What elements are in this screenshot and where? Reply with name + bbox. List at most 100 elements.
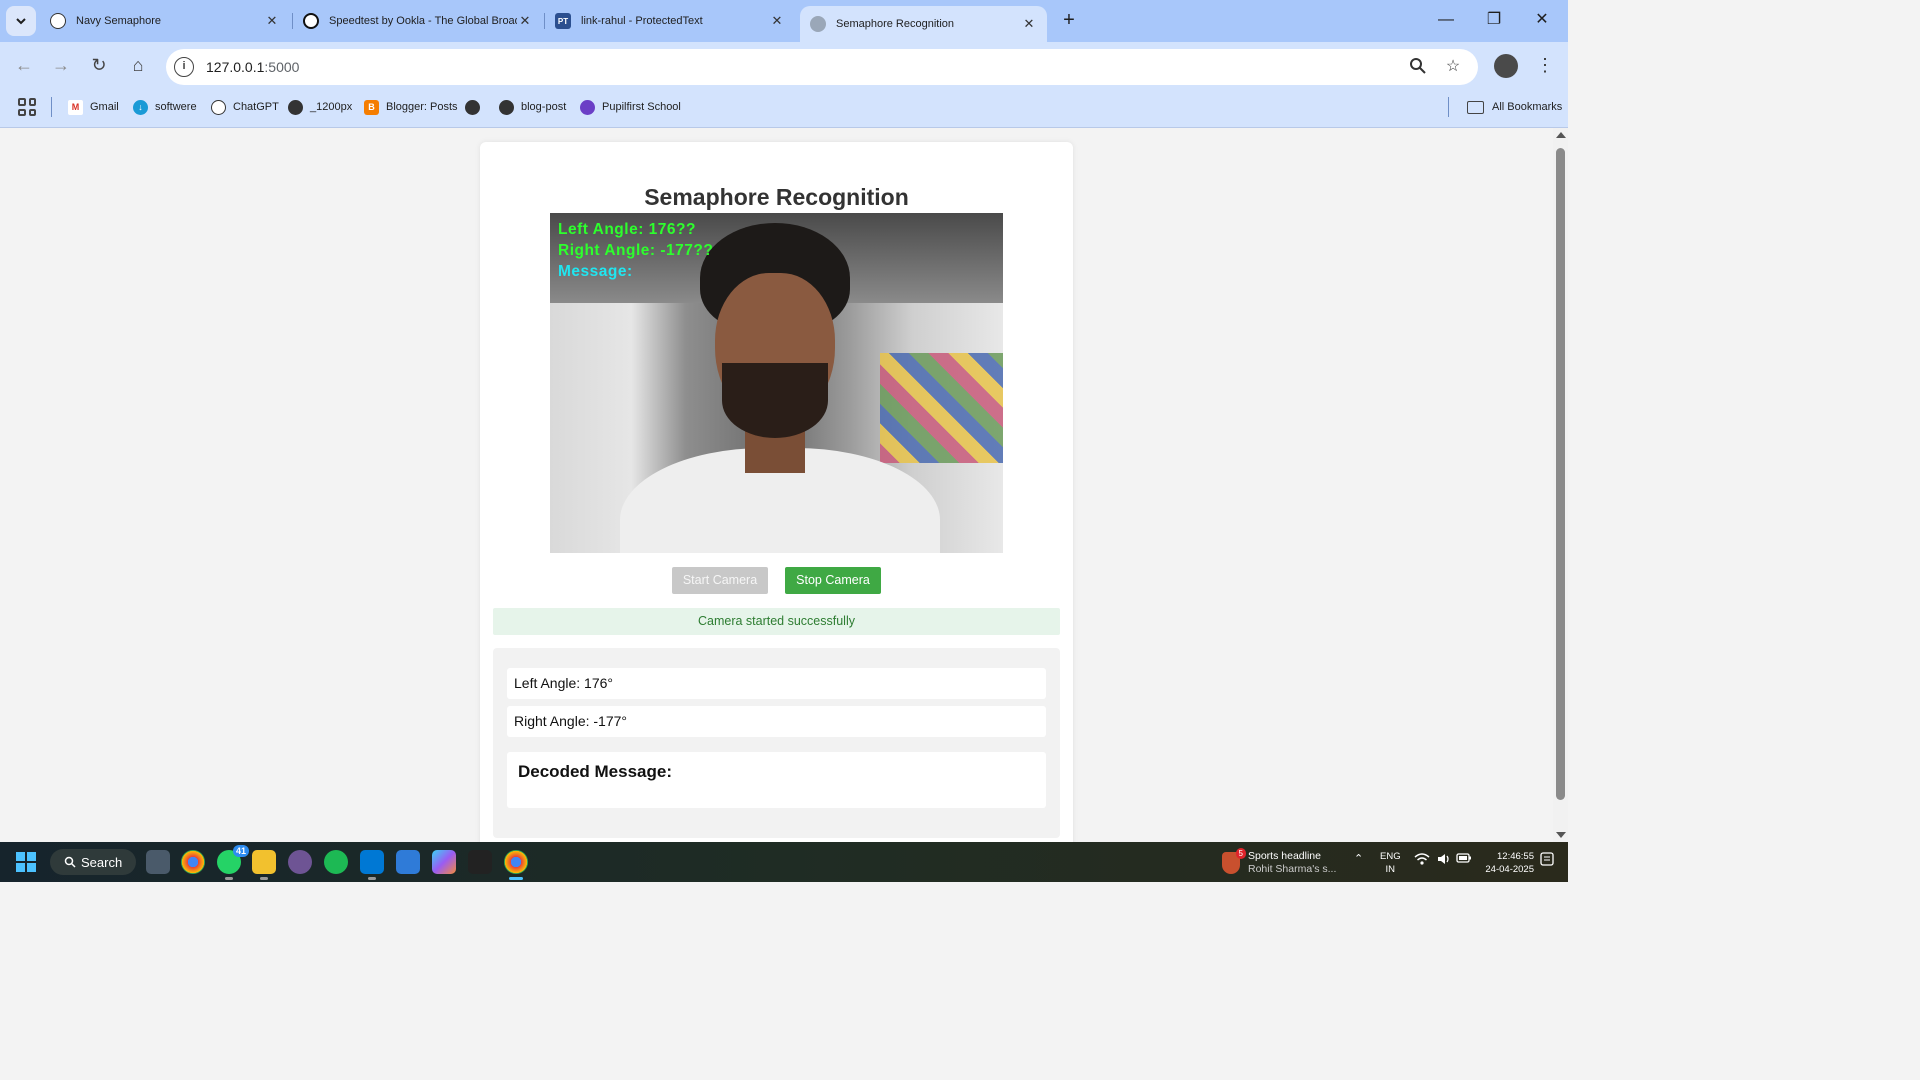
windows-taskbar: Search 41 5 Sports headline Rohit Sharma… (0, 842, 1568, 882)
notifications-icon[interactable] (1540, 852, 1554, 869)
reload-icon[interactable]: ↻ (86, 52, 112, 78)
scrollbar-thumb[interactable] (1556, 148, 1565, 800)
site-info-icon[interactable]: i (174, 57, 194, 77)
taskbar-search-label: Search (81, 854, 123, 870)
bookmark-label: ChatGPT (233, 101, 279, 113)
bookmark-1200px[interactable]: _1200px (288, 98, 352, 116)
clock-date: 24-04-2025 (1485, 864, 1534, 875)
spotify-icon[interactable] (324, 850, 348, 874)
close-icon[interactable]: ✕ (1021, 16, 1037, 32)
left-angle-display: Left Angle: 176° (507, 668, 1046, 699)
bookmark-label: softwere (155, 101, 197, 113)
all-bookmarks[interactable]: All Bookmarks (1467, 98, 1562, 116)
bookmark-softwere[interactable]: ↓ softwere (133, 98, 197, 116)
scroll-down-icon[interactable] (1556, 832, 1566, 838)
close-icon[interactable]: ✕ (769, 13, 785, 29)
camera-video-feed: Left Angle: 176?? Right Angle: -177?? Me… (550, 213, 1003, 553)
page-viewport: Semaphore Recognition Left Angle: 176?? … (0, 128, 1568, 842)
main-card: Semaphore Recognition Left Angle: 176?? … (480, 142, 1073, 842)
cricket-icon: 5 (1222, 848, 1246, 874)
language-code: ENG (1380, 851, 1401, 862)
tab-navy-semaphore[interactable]: Navy Semaphore ✕ (40, 6, 290, 36)
start-camera-button[interactable]: Start Camera (672, 567, 768, 594)
url-host: 127.0.0.1 (206, 59, 265, 75)
region-code: IN (1385, 864, 1396, 875)
download-icon: ↓ (133, 99, 148, 115)
results-panel: Left Angle: 176° Right Angle: -177° Deco… (493, 648, 1060, 838)
stop-camera-button[interactable]: Stop Camera (785, 567, 881, 594)
browser-toolbar: ← → ↻ ⌂ i 127.0.0.1:5000 ☆ ⋮ (0, 42, 1568, 86)
minimize-icon[interactable]: — (1434, 8, 1458, 32)
bookmark-globe[interactable] (465, 98, 487, 116)
terminal-icon[interactable] (468, 850, 492, 874)
task-view-icon[interactable] (146, 850, 170, 874)
bookmark-gmail[interactable]: M Gmail (68, 98, 119, 116)
tab-search-button[interactable] (6, 6, 36, 36)
copilot-icon[interactable] (432, 850, 456, 874)
bookmark-blogger[interactable]: B Blogger: Posts (364, 98, 458, 116)
all-bookmarks-label: All Bookmarks (1492, 101, 1563, 113)
language-indicator[interactable]: ENG IN (1380, 850, 1401, 876)
windows-start-icon[interactable] (16, 852, 36, 872)
app-active-indicator (509, 877, 523, 880)
profile-avatar[interactable] (1494, 54, 1518, 78)
volume-icon[interactable] (1436, 852, 1452, 869)
news-badge: 5 (1235, 848, 1246, 859)
chrome-icon[interactable] (181, 850, 205, 874)
tab-speedtest[interactable]: Speedtest by Ookla - The Global Broadban… (293, 6, 543, 36)
tab-semaphore-recognition[interactable]: Semaphore Recognition ✕ (800, 6, 1047, 42)
app-running-indicator (225, 877, 233, 880)
restore-icon[interactable]: ❐ (1482, 8, 1506, 32)
taskbar-clock[interactable]: 12:46:55 24-04-2025 (1482, 850, 1534, 876)
video-person-beard (722, 363, 828, 438)
openai-icon (211, 99, 226, 115)
page-title: Semaphore Recognition (644, 184, 909, 210)
openai-icon (50, 13, 66, 29)
notepad-icon[interactable] (396, 850, 420, 874)
file-explorer-icon[interactable] (252, 850, 276, 880)
news-widget[interactable]: 5 Sports headline Rohit Sharma's s... (1222, 848, 1336, 878)
video-overlay-right-angle: Right Angle: -177?? (558, 242, 714, 259)
back-arrow-icon[interactable]: ← (11, 52, 37, 78)
chrome-active-icon[interactable] (504, 850, 528, 880)
speedtest-icon (303, 13, 319, 29)
chevron-down-icon (16, 18, 26, 25)
forward-arrow-icon[interactable]: → (48, 52, 74, 78)
bookmark-blog-post[interactable]: blog-post (499, 98, 566, 116)
vscode-icon[interactable] (360, 850, 384, 880)
app-running-indicator (260, 877, 268, 880)
scroll-up-icon[interactable] (1556, 132, 1566, 138)
url-port: :5000 (264, 59, 300, 75)
blogger-icon: B (364, 99, 379, 115)
decoded-message-box: Decoded Message: (507, 752, 1046, 808)
taskbar-search[interactable]: Search (50, 849, 136, 875)
apps-grid-icon[interactable] (18, 98, 36, 116)
bookmark-star-icon[interactable]: ☆ (1443, 57, 1463, 77)
close-icon[interactable]: ✕ (517, 13, 533, 29)
chevron-up-icon[interactable]: ⌃ (1354, 852, 1363, 865)
whatsapp-icon[interactable]: 41 (217, 845, 249, 880)
bookmark-pupilfirst[interactable]: Pupilfirst School (580, 98, 681, 116)
github-desktop-icon[interactable] (288, 850, 312, 874)
zoom-icon[interactable] (1408, 57, 1428, 77)
battery-icon[interactable] (1456, 852, 1472, 867)
bookmark-chatgpt[interactable]: ChatGPT (211, 98, 279, 116)
bookmark-label: Pupilfirst School (602, 101, 681, 113)
new-tab-button[interactable]: + (1058, 8, 1080, 32)
more-menu-icon[interactable]: ⋮ (1536, 54, 1554, 76)
magnifier-icon (1410, 58, 1426, 74)
bookmark-label: Blogger: Posts (386, 101, 458, 113)
globe-icon (810, 16, 826, 32)
tab-title: link-rahul - ProtectedText (581, 15, 703, 27)
window-close-icon[interactable]: ✕ (1530, 8, 1554, 32)
url-text[interactable]: 127.0.0.1:5000 (206, 59, 299, 75)
globe-icon (499, 99, 514, 115)
vertical-scrollbar[interactable] (1553, 128, 1568, 842)
wifi-icon[interactable] (1414, 852, 1430, 869)
clock-time: 12:46:55 (1497, 851, 1534, 862)
pupilfirst-icon (580, 99, 595, 115)
tab-protectedtext[interactable]: PT link-rahul - ProtectedText ✕ (545, 6, 795, 36)
close-icon[interactable]: ✕ (264, 13, 280, 29)
address-bar[interactable]: i 127.0.0.1:5000 ☆ (166, 49, 1478, 85)
home-icon[interactable]: ⌂ (125, 52, 151, 78)
